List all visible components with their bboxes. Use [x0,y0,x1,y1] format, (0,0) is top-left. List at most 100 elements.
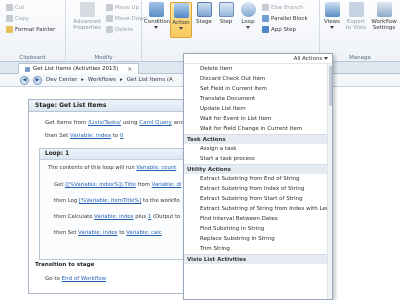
menu-item[interactable]: Set Field in Current Item [184,84,332,94]
arrow-up-icon [106,4,113,11]
chevron-down-icon [330,26,334,29]
transition-goto: Go to End of Workflow [45,276,107,282]
variable-index-link[interactable]: Variable: index [78,230,117,236]
modify-group: Advanced Properties Move Up Move Down De… [66,0,147,62]
menu-item[interactable]: Wait for Event in List Item [184,114,332,124]
menu-section-header: Visio List Activities [184,254,332,264]
menu-item[interactable]: Update List Item [184,104,332,114]
menu-item[interactable]: Replace Substring in String [184,234,332,244]
action-dropdown-menu: All Actions Delete Item Discard Check Out… [183,53,333,300]
cut-button[interactable]: Cut [6,3,24,12]
action-button[interactable]: Action [170,2,192,38]
move-down-button[interactable]: Move Down [106,14,147,23]
back-arrow-icon[interactable]: ◀ [20,75,29,85]
breadcrumb-item-current[interactable]: Get List Items (A [127,77,173,83]
caml-query-link[interactable]: Caml Query [139,120,172,126]
menu-item[interactable]: Start a task process [184,154,332,164]
menu-item[interactable]: Extract Substring from End of String [184,174,332,184]
condition-button[interactable]: Condition [144,2,170,31]
export-to-visio-button[interactable]: Export to Visio [344,2,368,31]
loop-button[interactable]: Loop [238,2,258,31]
move-up-button[interactable]: Move Up [106,3,139,12]
condition-icon [148,2,164,17]
title-expression-link[interactable]: ([%Variable: index%]).Title [65,182,136,188]
copy-button[interactable]: Copy [6,14,29,23]
branch-icon [262,4,269,11]
menu-items: Delete Item Discard Check Out Item Set Fie… [184,64,332,264]
variable-calc-link[interactable]: Variable: calc [126,230,161,236]
scissors-icon [6,4,13,11]
stage-button[interactable]: Stage [194,2,214,25]
chevron-down-icon [324,57,328,60]
advanced-properties-button[interactable]: Advanced Properties [70,2,104,31]
list-link[interactable]: /Lists/Tasks/ [88,120,121,126]
parallel-block-button[interactable]: Parallel Block [262,14,308,23]
menu-item[interactable]: Discard Check Out Item [184,74,332,84]
loop-condition: The contents of this loop will run Varia… [48,165,177,171]
variable-index-link[interactable]: Variable: index [94,214,133,220]
breadcrumb-separator-icon: ▸ [120,77,123,83]
settings-icon [376,2,392,17]
modify-group-label: Modify [94,55,113,61]
value-zero-link[interactable]: 0 [120,133,124,139]
breadcrumb-item-dev-center[interactable]: Dev Center [46,77,77,83]
action-get-items: Get items from /Lists/Tasks/ using Caml … [45,120,184,126]
delete-icon [106,26,113,33]
menu-item[interactable]: Extract Substring from Start of String [184,194,332,204]
loop-action-log: then Log [%Variable: itemTitle%] to the … [54,198,180,204]
views-button[interactable]: Views [322,2,342,31]
copy-icon [6,15,13,22]
menu-section-header: Task Actions [184,134,332,144]
loop-action-calculate: then Calculate Variable: index plus 1 (O… [54,214,181,220]
action-icon [173,3,189,18]
menu-item[interactable]: Wait for Field Change in Current Item [184,124,332,134]
action-set-index: then Set Variable: index to 0 [45,133,124,139]
item-title-link[interactable]: [%Variable: itemTitle%] [79,198,141,204]
views-icon [324,2,340,17]
else-branch-button[interactable]: Else Branch [262,3,303,12]
step-icon [218,2,234,17]
tab-get-list-items[interactable]: Get List Items (Activities 2013) × [18,63,140,74]
loop-action-set: then Set Variable: index to Variable: ca… [54,230,162,236]
arrow-down-icon [106,15,113,22]
scrollbar-thumb[interactable] [329,66,332,106]
paintbrush-icon [6,26,13,33]
menu-item[interactable]: Extract Substring of String from Index w… [184,204,332,214]
app-step-button[interactable]: App Step [262,25,296,34]
loop-action-get: Get ([%Variable: index%]).Title from Var… [54,182,182,188]
delete-button[interactable]: Delete [106,25,133,34]
breadcrumb-separator-icon: ▸ [81,77,84,83]
menu-item[interactable]: Find Interval Between Dates [184,214,332,224]
variable-index-link[interactable]: Variable: index [70,133,111,139]
menu-item[interactable]: Find Substring in String [184,224,332,234]
workflow-icon [25,66,30,72]
parallel-icon [262,15,269,22]
close-icon[interactable]: × [127,66,132,73]
visio-icon [348,2,364,17]
menu-section-header: Utility Actions [184,164,332,174]
menu-scrollbar[interactable] [327,64,332,299]
chevron-down-icon [246,26,250,29]
menu-item[interactable]: Trim String [184,244,332,254]
variable-di-link[interactable]: Variable: di [152,182,182,188]
transition-heading: Transition to stage [35,262,95,268]
clipboard-group-label: Clipboard [19,55,46,61]
breadcrumb-item-workflows[interactable]: Workflows [88,77,116,83]
all-actions-selector[interactable]: All Actions [184,54,332,64]
stage-icon [196,2,212,17]
chevron-down-icon [179,27,183,30]
end-of-workflow-link[interactable]: End of Workflow [62,276,107,282]
menu-item[interactable]: Translate Document [184,94,332,104]
menu-item[interactable]: Assign a task [184,144,332,154]
forward-arrow-icon[interactable]: ▶ [33,75,42,85]
properties-icon [79,2,95,17]
menu-item[interactable]: Delete Item [184,64,332,74]
format-painter-button[interactable]: Format Painter [6,25,55,34]
menu-item[interactable]: Extract Substring from Index of String [184,184,332,194]
chevron-down-icon [154,26,158,29]
variable-count-link[interactable]: Variable: count [136,165,176,171]
workflow-settings-button[interactable]: Workflow Settings [370,2,398,31]
step-button[interactable]: Step [216,2,236,25]
app-step-icon [262,26,269,33]
loop-icon [240,2,256,17]
